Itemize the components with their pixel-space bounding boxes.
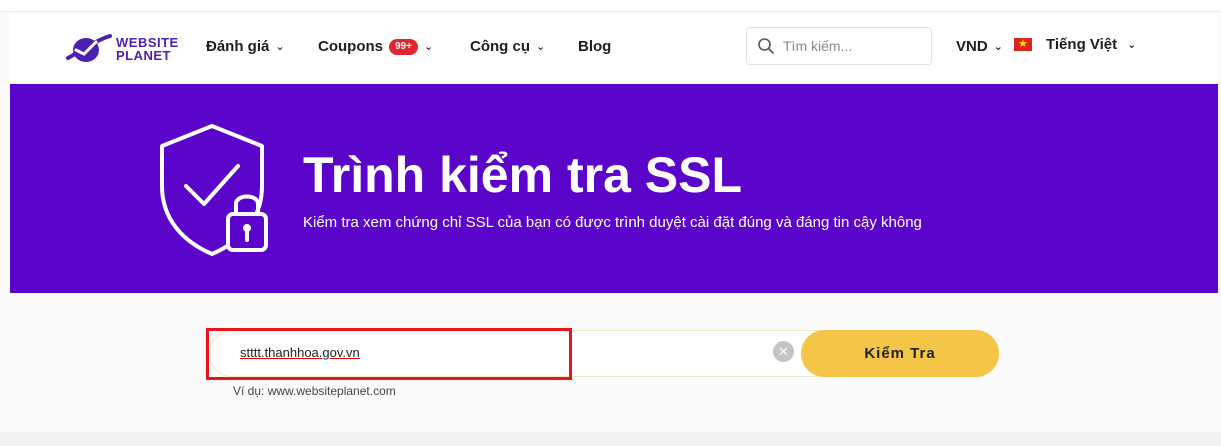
search-icon xyxy=(758,38,774,54)
clear-icon[interactable]: ✕ xyxy=(773,341,794,362)
site-header: WEBSITE PLANET Đánh giá ⌄ Coupons 99+ ⌄ … xyxy=(10,14,1218,84)
header-search[interactable] xyxy=(746,27,932,65)
logo-line-2: PLANET xyxy=(116,48,171,63)
nav-danh-gia-label: Đánh giá xyxy=(206,38,270,55)
currency-label: VND xyxy=(956,38,988,55)
domain-input[interactable] xyxy=(240,345,770,360)
hero-banner: Trình kiểm tra SSL Kiểm tra xem chứng ch… xyxy=(10,84,1218,293)
nav-danh-gia[interactable]: Đánh giá ⌄ xyxy=(206,38,285,55)
nav-cong-cu-label: Công cụ xyxy=(470,38,530,55)
top-strip xyxy=(0,0,1221,12)
language-selector[interactable]: Tiếng Việt ⌄ xyxy=(1014,36,1136,53)
nav-coupons-label: Coupons xyxy=(318,38,383,55)
nav-cong-cu[interactable]: Công cụ ⌄ xyxy=(470,38,545,55)
logo-text: WEBSITE PLANET xyxy=(116,36,179,62)
chevron-down-icon: ⌄ xyxy=(1127,39,1137,51)
currency-selector[interactable]: VND ⌄ xyxy=(956,38,1003,55)
example-hint: Ví dụ: www.websiteplanet.com xyxy=(233,384,396,398)
planet-logo-icon xyxy=(66,34,112,62)
page-title: Trình kiểm tra SSL xyxy=(303,147,743,203)
page: WEBSITE PLANET Đánh giá ⌄ Coupons 99+ ⌄ … xyxy=(0,0,1221,446)
nav-blog[interactable]: Blog xyxy=(578,38,611,55)
chevron-down-icon: ⌄ xyxy=(536,41,546,53)
shield-check-lock-icon xyxy=(160,124,268,256)
language-label: Tiếng Việt xyxy=(1046,36,1118,53)
coupons-count-badge: 99+ xyxy=(389,38,418,55)
bottom-strip xyxy=(0,432,1221,446)
chevron-down-icon: ⌄ xyxy=(993,41,1003,53)
vietnam-flag-icon xyxy=(1014,36,1032,52)
chevron-down-icon: ⌄ xyxy=(423,41,434,53)
nav-coupons[interactable]: Coupons 99+ ⌄ xyxy=(318,38,433,55)
chevron-down-icon: ⌄ xyxy=(275,41,285,53)
page-subtitle: Kiểm tra xem chứng chỉ SSL của bạn có đư… xyxy=(303,214,922,231)
check-ssl-button[interactable]: Kiểm Tra xyxy=(801,330,999,377)
logo[interactable]: WEBSITE PLANET xyxy=(66,32,179,66)
search-input[interactable] xyxy=(783,38,923,54)
nav-blog-label: Blog xyxy=(578,38,612,55)
